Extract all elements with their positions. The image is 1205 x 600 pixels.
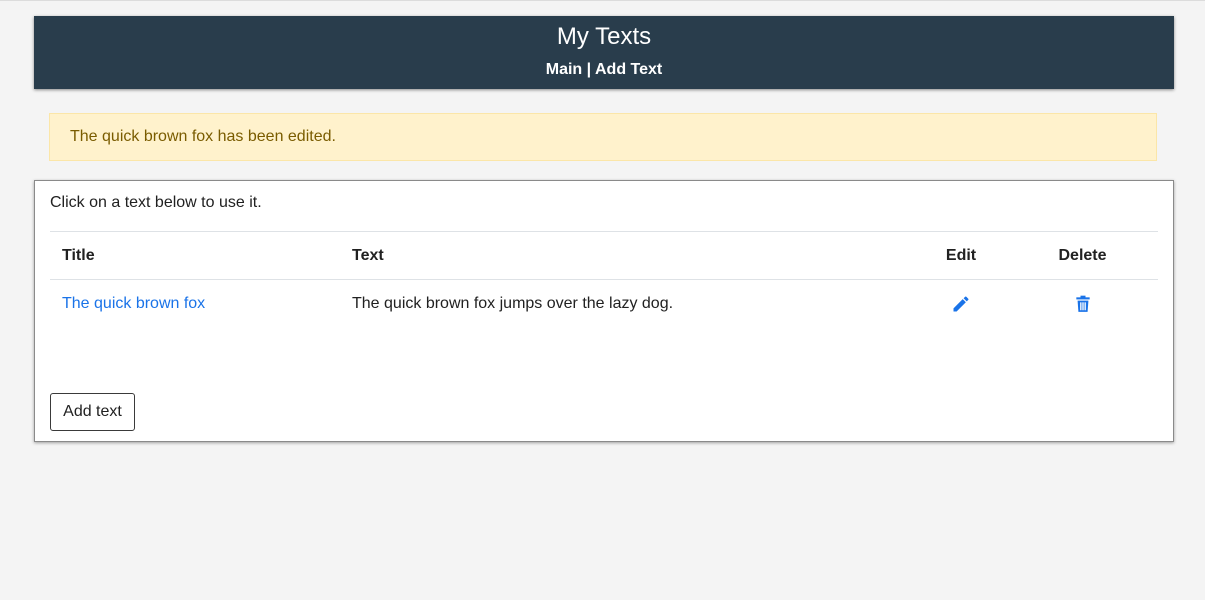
column-header-title: Title bbox=[50, 231, 340, 280]
row-text-cell: The quick brown fox jumps over the lazy … bbox=[352, 294, 674, 312]
header-nav: Main | Add Text bbox=[34, 60, 1174, 80]
table-header-row: Title Text Edit Delete bbox=[50, 231, 1158, 280]
column-header-edit: Edit bbox=[915, 231, 1007, 280]
add-text-button[interactable]: Add text bbox=[50, 393, 135, 431]
trash-icon[interactable] bbox=[1073, 294, 1093, 314]
table-row: The quick brown fox The quick brown fox … bbox=[50, 280, 1158, 328]
pencil-icon[interactable] bbox=[951, 294, 971, 314]
nav-main-link[interactable]: Main bbox=[546, 61, 582, 78]
instructions-text: Click on a text below to use it. bbox=[50, 194, 262, 211]
page-title: My Texts bbox=[556, 23, 652, 50]
text-title-link[interactable]: The quick brown fox bbox=[62, 295, 205, 312]
row-title-cell: The quick brown fox bbox=[50, 280, 340, 328]
column-header-delete: Delete bbox=[1007, 231, 1158, 280]
column-header-text: Text bbox=[340, 231, 915, 280]
nav-separator: | bbox=[586, 61, 592, 78]
texts-table: Title Text Edit Delete The quick brown f… bbox=[50, 231, 1158, 328]
alert-message: The quick brown fox has been edited. bbox=[70, 128, 336, 145]
row-delete-cell bbox=[1007, 280, 1158, 328]
edited-alert: The quick brown fox has been edited. bbox=[49, 113, 1157, 161]
nav-add-text-link[interactable]: Add Text bbox=[595, 61, 662, 78]
app-header: My Texts Main | Add Text bbox=[34, 16, 1174, 89]
row-edit-cell bbox=[915, 280, 1007, 328]
texts-panel: Click on a text below to use it. Title T… bbox=[34, 180, 1174, 442]
